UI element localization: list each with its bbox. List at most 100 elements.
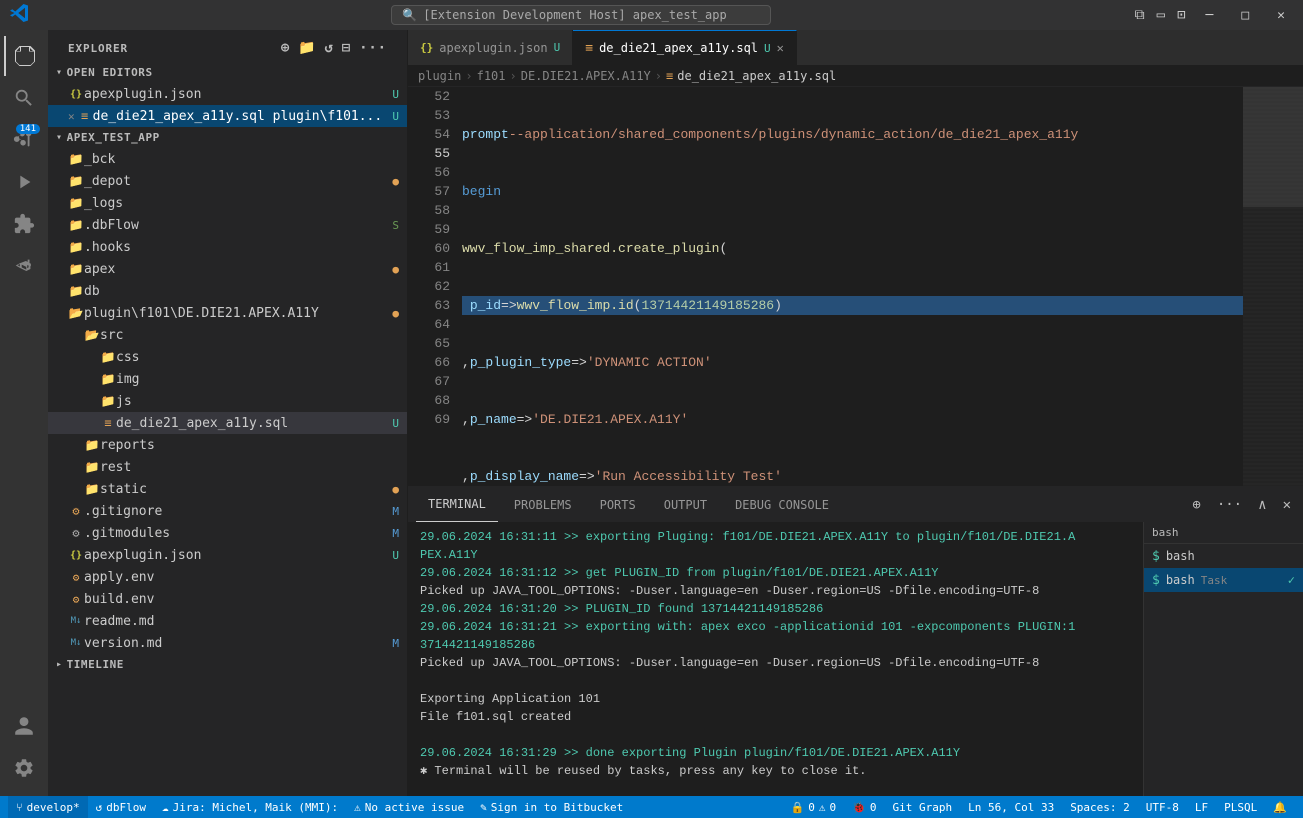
code-line-57: ,p_name=>'DE.DIE21.APEX.A11Y'	[462, 410, 1243, 429]
terminal-line-9: File f101.sql created	[420, 708, 1131, 726]
file-apexplugin-json[interactable]: {} apexplugin.json U	[48, 544, 407, 566]
split-icon[interactable]: ⊡	[1177, 7, 1185, 23]
sidebar-header-icons: ⊕ 📁 ↺ ⊟ ···	[281, 40, 387, 56]
terminal-content[interactable]: 29.06.2024 16:31:11 >> exporting Pluging…	[408, 522, 1143, 796]
tab-sql-a11y[interactable]: ≡ de_die21_apex_a11y.sql U ✕	[573, 30, 797, 65]
file-readme-md[interactable]: M↓ readme.md	[48, 610, 407, 632]
collapse-icon[interactable]: ⊟	[342, 40, 351, 56]
vscode-logo-icon	[10, 4, 28, 27]
folder-bck[interactable]: 📁 _bck	[48, 148, 407, 170]
terminal-tab[interactable]: TERMINAL	[416, 487, 498, 522]
maximize-button[interactable]: □	[1233, 6, 1257, 25]
no-issue-status[interactable]: ⚠ No active issue	[346, 796, 472, 818]
extensions-activity-icon[interactable]	[4, 204, 44, 244]
close-panel-icon[interactable]: ✕	[1279, 495, 1295, 515]
folder-js[interactable]: 📁 js	[48, 390, 407, 412]
panel-right: 29.06.2024 16:31:11 >> exporting Pluging…	[408, 522, 1303, 796]
line-ending-status[interactable]: LF	[1187, 796, 1216, 818]
folder-src[interactable]: 📂 src	[48, 324, 407, 346]
breadcrumb-apex-a11y[interactable]: DE.DIE21.APEX.A11Y	[521, 69, 651, 83]
encoding-status[interactable]: UTF-8	[1138, 796, 1187, 818]
more-terminal-icon[interactable]: ···	[1213, 495, 1246, 515]
file-gitmodules[interactable]: ⚙ .gitmodules M	[48, 522, 407, 544]
title-search[interactable]: 🔍 [Extension Development Host] apex_test…	[391, 5, 771, 25]
open-editor-sql[interactable]: ✕ ≡ de_die21_apex_a11y.sql plugin\f101..…	[48, 105, 407, 127]
settings-activity-icon[interactable]	[4, 748, 44, 788]
git-branch-status[interactable]: ⑂ develop*	[8, 796, 88, 818]
debug-console-tab[interactable]: DEBUG CONSOLE	[723, 487, 841, 522]
run-activity-icon[interactable]	[4, 162, 44, 202]
breadcrumb-f101[interactable]: f101	[477, 69, 506, 83]
breadcrumb-file[interactable]: ≡ de_die21_apex_a11y.sql	[666, 69, 836, 83]
new-folder-icon[interactable]: 📁	[298, 40, 316, 56]
jira-status[interactable]: ☁ Jira: Michel, Maik (MMI):	[154, 796, 346, 818]
timeline-section[interactable]: TIMELINE	[48, 654, 407, 675]
bitbucket-signin[interactable]: ✎ Sign in to Bitbucket	[472, 796, 631, 818]
bash-tab-1[interactable]: $ bash	[1144, 544, 1303, 568]
folder-css[interactable]: 📁 css	[48, 346, 407, 368]
folder-icon: 📁	[84, 482, 100, 496]
problems-tab[interactable]: PROBLEMS	[502, 487, 584, 522]
folder-static[interactable]: 📁 static ●	[48, 478, 407, 500]
line-num-68: 68	[416, 391, 450, 410]
source-control-activity-icon[interactable]: 141	[4, 120, 44, 160]
warning-status-icon: ⚠	[819, 801, 826, 814]
title-bar-right: ⧉ ▭ ⊡ ─ □ ✕	[1135, 6, 1293, 25]
line-numbers: 52 53 54 55 56 57 58 59 60 61 62 63 64 6…	[408, 87, 458, 486]
open-editors-section[interactable]: OPEN EDITORS	[48, 62, 407, 83]
code-editor: 52 53 54 55 56 57 58 59 60 61 62 63 64 6…	[408, 87, 1303, 486]
maximize-panel-icon[interactable]: ∧	[1254, 495, 1270, 515]
breadcrumb-plugin[interactable]: plugin	[418, 69, 461, 83]
close-button[interactable]: ✕	[1269, 6, 1293, 25]
output-tab[interactable]: OUTPUT	[652, 487, 719, 522]
search-activity-icon[interactable]	[4, 78, 44, 118]
sync-icon: ↺	[96, 801, 103, 814]
folder-reports[interactable]: 📁 reports	[48, 434, 407, 456]
notifications-status[interactable]: 🔔	[1265, 796, 1295, 818]
folder-depot[interactable]: 📁 _depot ●	[48, 170, 407, 192]
close-icon[interactable]: ✕	[68, 110, 75, 123]
code-content[interactable]: prompt --application/shared_components/p…	[458, 87, 1243, 486]
folder-logs[interactable]: 📁 _logs	[48, 192, 407, 214]
debug-status[interactable]: 🐞 0	[844, 796, 884, 818]
accounts-activity-icon[interactable]	[4, 706, 44, 746]
folder-apex[interactable]: 📁 apex ●	[48, 258, 407, 280]
open-editor-apexplugin[interactable]: {} apexplugin.json U	[48, 83, 407, 105]
more-icon[interactable]: ···	[359, 40, 387, 56]
terminal-line-6: Picked up JAVA_TOOL_OPTIONS: -Duser.lang…	[420, 654, 1131, 672]
tab-close-icon[interactable]: ✕	[777, 41, 784, 55]
code-line-55: p_id=>wwv_flow_imp.id(13714421149185286)	[462, 296, 1243, 315]
dbflow-status[interactable]: ↺ dbFlow	[88, 796, 154, 818]
folder-dbflow[interactable]: 📁 .dbFlow S	[48, 214, 407, 236]
minimap-viewport[interactable]	[1243, 87, 1303, 207]
folder-hooks[interactable]: 📁 .hooks	[48, 236, 407, 258]
folder-img[interactable]: 📁 img	[48, 368, 407, 390]
file-gitignore[interactable]: ⚙ .gitignore M	[48, 500, 407, 522]
layout-icon[interactable]: ⧉	[1135, 7, 1145, 23]
panel-icon[interactable]: ▭	[1157, 7, 1165, 23]
tab-apexplugin-json[interactable]: {} apexplugin.json U	[408, 30, 573, 65]
ports-tab[interactable]: PORTS	[588, 487, 648, 522]
file-sql-a11y[interactable]: ≡ de_die21_apex_a11y.sql U	[48, 412, 407, 434]
errors-status[interactable]: 🔒 0 ⚠ 0	[783, 796, 845, 818]
title-bar-left	[10, 4, 28, 27]
file-version-md[interactable]: M↓ version.md M	[48, 632, 407, 654]
explorer-activity-icon[interactable]	[4, 36, 44, 76]
refresh-icon[interactable]: ↺	[324, 40, 333, 56]
file-build-env[interactable]: ⚙ build.env	[48, 588, 407, 610]
new-file-icon[interactable]: ⊕	[281, 40, 290, 56]
file-apply-env[interactable]: ⚙ apply.env	[48, 566, 407, 588]
cursor-position[interactable]: Ln 56, Col 33	[960, 796, 1062, 818]
test-activity-icon[interactable]	[4, 246, 44, 286]
git-graph-status[interactable]: Git Graph	[884, 796, 960, 818]
folder-rest[interactable]: 📁 rest	[48, 456, 407, 478]
add-terminal-icon[interactable]: ⊕	[1188, 495, 1204, 515]
minimize-button[interactable]: ─	[1198, 6, 1222, 25]
bash-tab-2[interactable]: $ bash Task ✓	[1144, 568, 1303, 592]
language-mode-status[interactable]: PLSQL	[1216, 796, 1265, 818]
spaces-status[interactable]: Spaces: 2	[1062, 796, 1138, 818]
folder-db[interactable]: 📁 db	[48, 280, 407, 302]
folder-plugin[interactable]: 📂 plugin\f101\DE.DIE21.APEX.A11Y ●	[48, 302, 407, 324]
apex-test-app-section[interactable]: APEX_TEST_APP	[48, 127, 407, 148]
code-line-58: ,p_display_name=>'Run Accessibility Test…	[462, 467, 1243, 486]
